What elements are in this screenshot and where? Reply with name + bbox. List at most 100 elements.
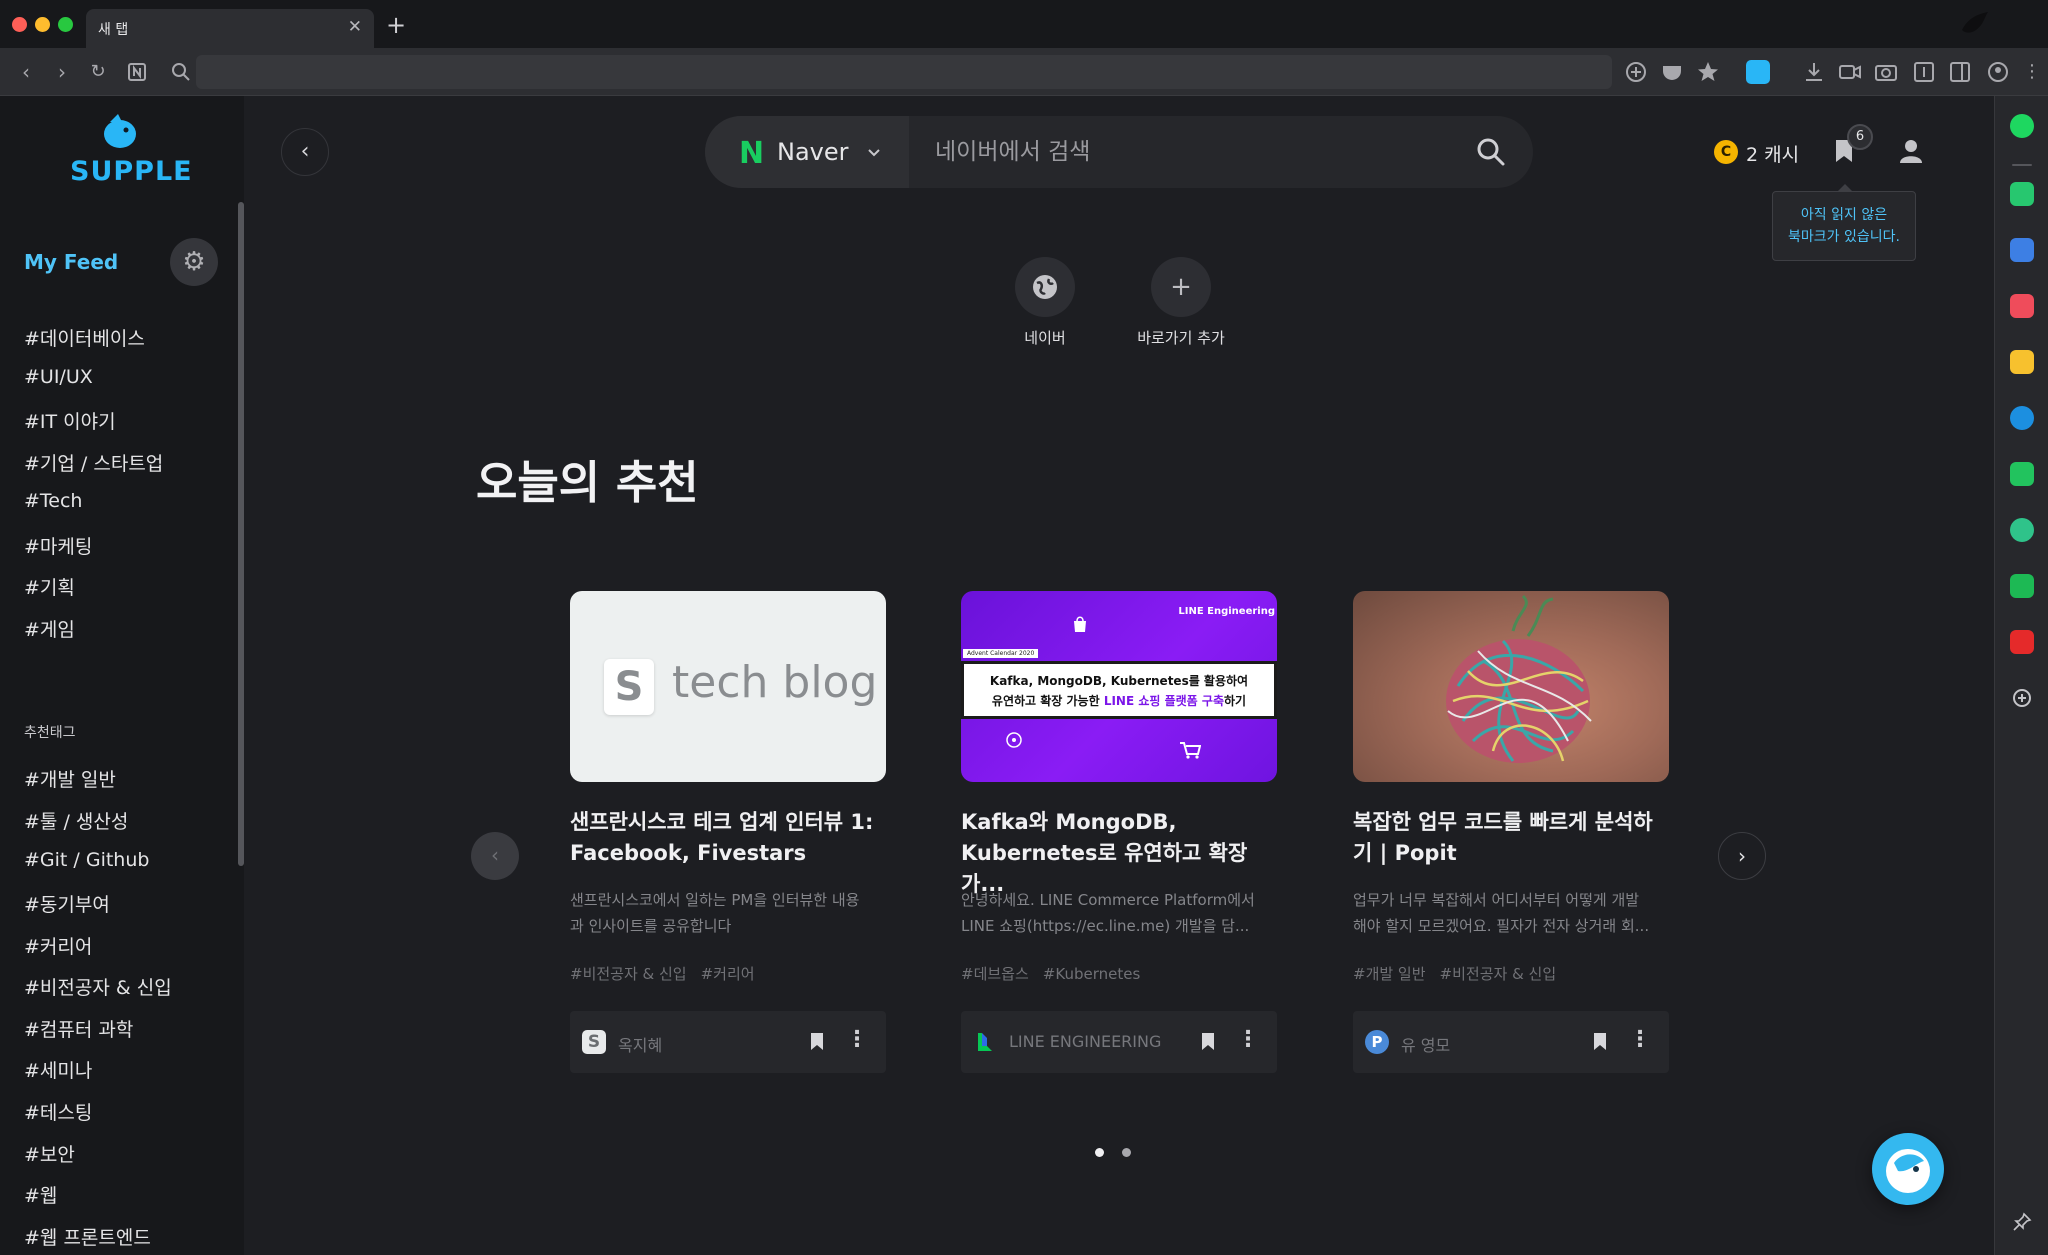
- carousel-dot-active[interactable]: [1095, 1148, 1104, 1157]
- edge-ext-icon[interactable]: [2010, 406, 2034, 430]
- sidebar-tag[interactable]: #IT 이야기: [24, 407, 116, 434]
- account-icon[interactable]: [1986, 60, 2010, 84]
- bookmark-icon[interactable]: [810, 1032, 824, 1051]
- carousel-prev-button[interactable]: ‹: [471, 832, 519, 880]
- webtoon-ext-icon[interactable]: [2010, 574, 2034, 598]
- supple-extension-icon[interactable]: [1746, 60, 1770, 84]
- back-nav-icon[interactable]: ‹: [14, 60, 38, 84]
- search-input[interactable]: [935, 132, 1465, 172]
- recommended-tag[interactable]: #세미나: [24, 1056, 92, 1083]
- chat-ext-icon[interactable]: [2010, 182, 2034, 206]
- star-icon[interactable]: [1696, 60, 1720, 84]
- sidebar-tag[interactable]: #UI/UX: [24, 366, 93, 388]
- star-ext-icon[interactable]: [2010, 350, 2034, 374]
- user-icon[interactable]: [1898, 138, 1924, 164]
- reader-icon[interactable]: [1912, 60, 1936, 84]
- sidebar-tag[interactable]: #기업 / 스타트업: [24, 449, 163, 476]
- add-circle-icon[interactable]: [1624, 60, 1648, 84]
- search-icon[interactable]: [1475, 136, 1507, 168]
- sidebar-tag[interactable]: #데이터베이스: [24, 324, 145, 351]
- recommended-tag[interactable]: #동기부여: [24, 890, 110, 917]
- sidebar-scrollbar[interactable]: [238, 202, 244, 866]
- bookmark-icon[interactable]: [1593, 1032, 1607, 1051]
- briefcase-ext-icon[interactable]: [2010, 238, 2034, 262]
- menu-icon[interactable]: ⋮: [2020, 60, 2044, 84]
- article-thumbnail[interactable]: LINE Engineering Advent Calendar 2020 Ka…: [961, 591, 1277, 782]
- article-title[interactable]: 복잡한 업무 코드를 빠르게 분석하기 | Popit: [1353, 807, 1669, 869]
- collapse-sidebar-button[interactable]: ‹: [281, 128, 329, 176]
- browser-tab[interactable]: 새 탭 ✕: [86, 9, 374, 48]
- now-ext-icon[interactable]: [2010, 630, 2034, 654]
- recommended-tag[interactable]: #커리어: [24, 932, 92, 959]
- supple-bird-icon: [1886, 1149, 1930, 1193]
- supple-chat-button[interactable]: [1872, 1133, 1944, 1205]
- unread-bookmark-tooltip: 아직 읽지 않은 북마크가 있습니다.: [1772, 184, 1916, 261]
- naver-n-icon[interactable]: [126, 61, 150, 85]
- spotify-ext-icon[interactable]: [2010, 114, 2034, 138]
- tab-close-icon[interactable]: ✕: [348, 17, 362, 37]
- new-tab-button[interactable]: +: [386, 11, 406, 39]
- recommended-tag[interactable]: #웹 프론트엔드: [24, 1223, 151, 1250]
- zoom-window-button[interactable]: [58, 17, 73, 32]
- article-footer: LINE ENGINEERING ⋮: [961, 1011, 1277, 1073]
- carousel-dot[interactable]: [1122, 1148, 1131, 1157]
- more-vertical-icon[interactable]: ⋮: [846, 1027, 868, 1052]
- pin-icon[interactable]: [2012, 1212, 2032, 1232]
- pocket-icon[interactable]: [1660, 60, 1684, 84]
- sidebar-tag[interactable]: #Tech: [24, 490, 82, 512]
- article-tags: #개발 일반 #비전공자 & 신입: [1353, 963, 1570, 984]
- add-shortcut-button[interactable]: +: [1151, 257, 1211, 317]
- forward-nav-icon[interactable]: ›: [50, 60, 74, 84]
- article-footer: S 옥지혜 ⋮: [570, 1011, 886, 1073]
- cash-balance[interactable]: 2 캐시: [1746, 140, 1799, 167]
- url-search-icon: [172, 63, 190, 81]
- chevron-down-icon: [868, 149, 880, 157]
- thumbnail-headline: Kafka, MongoDB, Kubernetes를 활용하여 유연하고 확장…: [961, 661, 1277, 719]
- thumbnail-line: Kafka, MongoDB, Kubernetes를 활용하여: [989, 674, 1249, 688]
- minimize-window-button[interactable]: [35, 17, 50, 32]
- shopping-bag-icon: [1071, 615, 1089, 633]
- close-window-button[interactable]: [12, 17, 27, 32]
- gear-icon[interactable]: ⚙: [170, 238, 218, 286]
- recommended-tag[interactable]: #Git / Github: [24, 849, 149, 871]
- camera-icon[interactable]: [1874, 60, 1898, 84]
- thumbnail-text-part: 유연하고 확장 가능한: [991, 694, 1104, 708]
- sidebar-tag[interactable]: #기획: [24, 573, 75, 600]
- line-ext-icon[interactable]: [2010, 462, 2034, 486]
- more-vertical-icon[interactable]: ⋮: [1629, 1027, 1651, 1052]
- search-engine-selector[interactable]: N Naver: [705, 116, 909, 188]
- shortcut-naver[interactable]: [1015, 257, 1075, 317]
- pocket-ext-icon[interactable]: [2010, 294, 2034, 318]
- sidebar-tag[interactable]: #게임: [24, 615, 75, 642]
- article-thumbnail[interactable]: [1353, 591, 1669, 782]
- more-vertical-icon[interactable]: ⋮: [1237, 1027, 1259, 1052]
- recommended-tag[interactable]: #개발 일반: [24, 765, 116, 792]
- article-tag[interactable]: #비전공자 & 신입: [570, 965, 687, 983]
- bookmark-icon[interactable]: [1201, 1032, 1215, 1051]
- sidebar-tag[interactable]: #마케팅: [24, 532, 92, 559]
- recommended-tag[interactable]: #테스팅: [24, 1098, 92, 1125]
- play-ext-icon[interactable]: [2010, 518, 2034, 542]
- recommended-tag[interactable]: #보안: [24, 1140, 75, 1167]
- my-feed-link[interactable]: My Feed: [24, 250, 118, 274]
- recommended-tag[interactable]: #컴퓨터 과학: [24, 1015, 133, 1042]
- article-thumbnail[interactable]: S tech blog: [570, 591, 886, 782]
- article-tag[interactable]: #비전공자 & 신입: [1440, 965, 1557, 983]
- article-tag[interactable]: #개발 일반: [1353, 965, 1426, 983]
- address-bar[interactable]: [196, 55, 1612, 89]
- article-tags: #비전공자 & 신입 #커리어: [570, 963, 769, 984]
- reload-icon[interactable]: ↻: [86, 60, 110, 84]
- sidebar-toggle-icon[interactable]: [1948, 60, 1972, 84]
- carousel-next-button[interactable]: ›: [1718, 832, 1766, 880]
- article-title[interactable]: 샌프란시스코 테크 업계 인터뷰 1: Facebook, Fivestars: [570, 807, 886, 869]
- recommended-tag[interactable]: #웹: [24, 1181, 57, 1208]
- recommended-tag[interactable]: #비전공자 & 신입: [24, 973, 172, 1000]
- add-extension-icon[interactable]: [2010, 686, 2034, 710]
- article-tags: #데브옵스 #Kubernetes: [961, 963, 1154, 984]
- article-tag[interactable]: #Kubernetes: [1043, 965, 1140, 983]
- download-icon[interactable]: [1802, 60, 1826, 84]
- article-tag[interactable]: #커리어: [701, 965, 755, 983]
- recommended-tag[interactable]: #툴 / 생산성: [24, 807, 128, 834]
- article-tag[interactable]: #데브옵스: [961, 965, 1029, 983]
- video-icon[interactable]: [1838, 60, 1862, 84]
